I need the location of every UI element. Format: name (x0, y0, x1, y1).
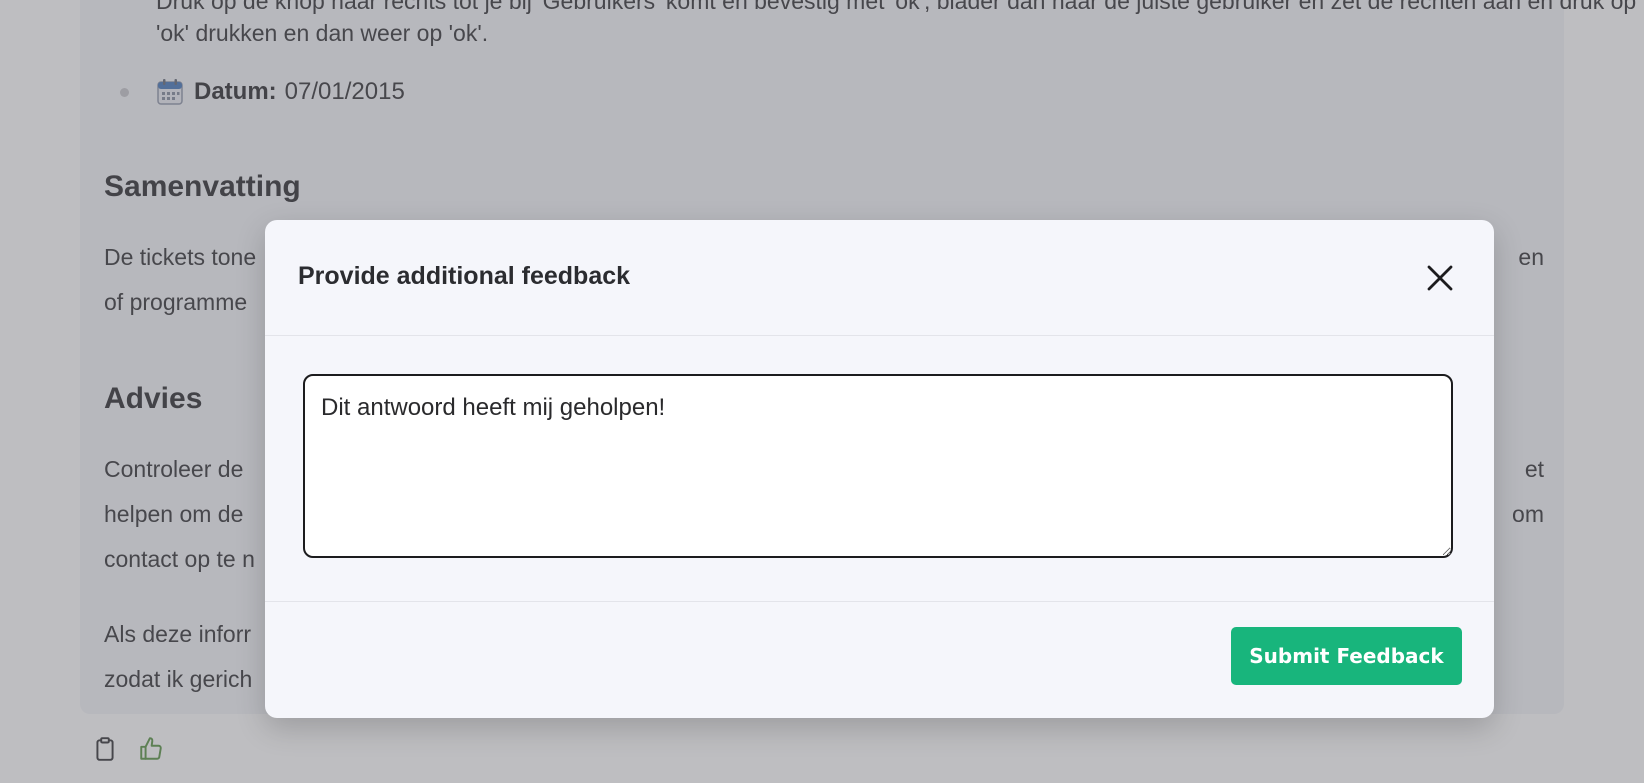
close-button[interactable] (1422, 260, 1458, 296)
feedback-textarea[interactable]: Dit antwoord heeft mij geholpen! (303, 374, 1453, 558)
submit-feedback-button[interactable]: Submit Feedback (1231, 627, 1462, 685)
modal-body: Dit antwoord heeft mij geholpen! (265, 336, 1494, 602)
close-icon (1427, 265, 1453, 291)
modal-header: Provide additional feedback (265, 220, 1494, 336)
modal-title: Provide additional feedback (298, 262, 631, 290)
feedback-modal: Provide additional feedback Dit antwoord… (265, 220, 1494, 718)
